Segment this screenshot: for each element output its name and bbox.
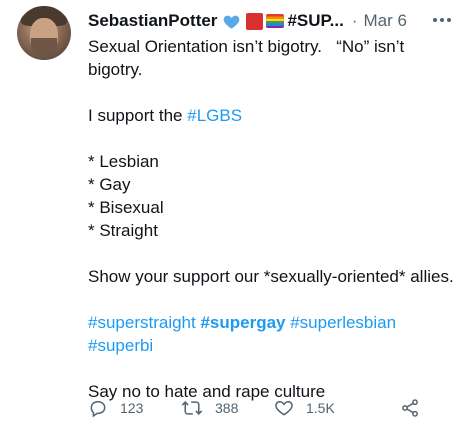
text-line: #superstraight #supergay #superlesbian — [88, 311, 460, 334]
hashtag-link[interactable]: #supergay — [200, 313, 285, 332]
reply-count: 123 — [120, 400, 144, 416]
reply-button[interactable]: 123 — [88, 398, 181, 418]
text-line: * Lesbian — [88, 150, 460, 173]
more-icon[interactable] — [430, 10, 454, 30]
tweet-actions: 123 388 1.5K — [88, 396, 460, 420]
hashtag-link[interactable]: #superstraight — [88, 313, 200, 332]
tweet-header: SebastianPotter #SUP... · Mar 6 — [88, 9, 407, 33]
blue-heart-icon — [222, 12, 241, 31]
hashtag-link[interactable]: #superbi — [88, 336, 153, 355]
text-segment: * Lesbian — [88, 152, 159, 171]
hashtag-link[interactable]: #superlesbian — [286, 313, 396, 332]
tweet-date[interactable]: Mar 6 — [364, 10, 407, 32]
red-square-icon — [246, 12, 264, 30]
like-button[interactable]: 1.5K — [274, 398, 400, 418]
text-line: * Gay — [88, 173, 460, 196]
text-segment: I support the — [88, 106, 188, 125]
text-line: bigotry. — [88, 58, 460, 81]
retweet-button[interactable]: 388 — [181, 398, 274, 418]
text-line: I support the #LGBS — [88, 104, 460, 127]
separator: · — [351, 11, 358, 30]
text-line: #superbi — [88, 334, 460, 357]
text-line: * Straight — [88, 219, 460, 242]
text-line: * Bisexual — [88, 196, 460, 219]
text-segment: Show your support our *sexually-oriented… — [88, 267, 454, 286]
text-segment: * Gay — [88, 175, 131, 194]
hashtag-link[interactable]: #LGBS — [187, 106, 242, 125]
tweet-text: Sexual Orientation isn’t bigotry. “No” i… — [88, 35, 460, 403]
text-segment: bigotry. — [88, 60, 143, 79]
reply-icon — [88, 398, 108, 418]
avatar[interactable] — [17, 6, 71, 60]
share-button[interactable] — [400, 398, 420, 418]
share-icon — [400, 398, 420, 418]
rainbow-flag-icon — [266, 14, 285, 28]
text-line: Show your support our *sexually-oriented… — [88, 265, 460, 288]
text-segment: * Straight — [88, 221, 158, 240]
like-count: 1.5K — [306, 400, 335, 416]
text-line: Sexual Orientation isn’t bigotry. “No” i… — [88, 35, 460, 58]
text-segment: Sexual Orientation isn’t bigotry. “No” i… — [88, 37, 405, 56]
retweet-count: 388 — [215, 400, 239, 416]
retweet-icon — [181, 398, 203, 418]
name-suffix: #SUP... — [287, 11, 344, 30]
display-name[interactable]: SebastianPotter — [88, 10, 217, 32]
like-icon — [274, 398, 294, 418]
text-segment: * Bisexual — [88, 198, 164, 217]
